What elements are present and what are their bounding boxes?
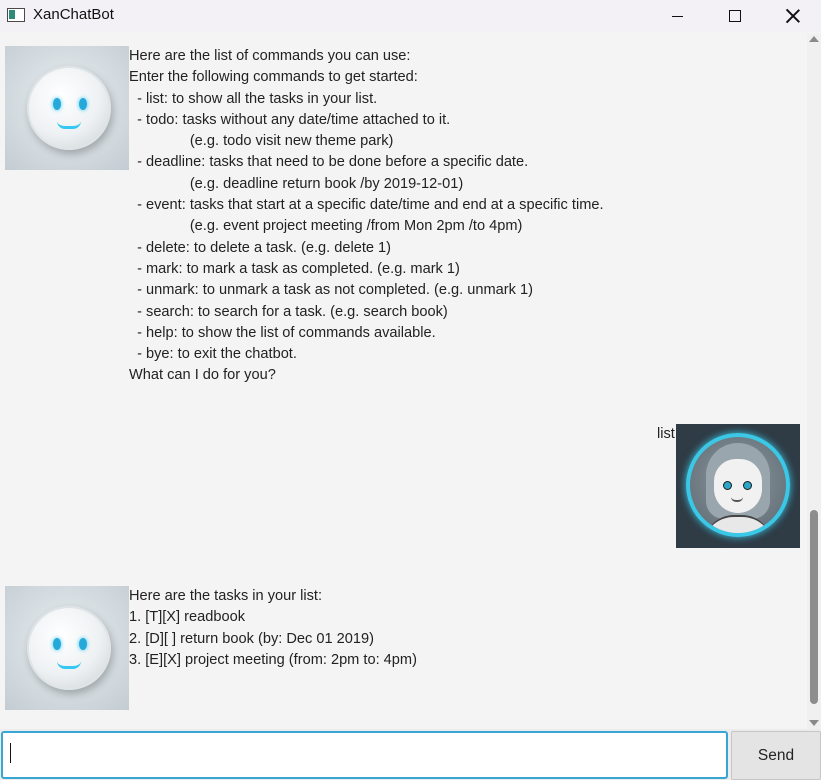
message-line: - list: to show all the tasks in your li… xyxy=(129,90,378,107)
message-line: - help: to show the list of commands ava… xyxy=(129,324,436,341)
chat-scroll-area[interactable]: Here are the list of commands you can us… xyxy=(0,34,807,729)
title-bar: XanChatBot xyxy=(0,0,821,32)
minimize-icon xyxy=(671,15,683,17)
smiley-face-icon xyxy=(27,66,111,150)
bot-message: Here are the tasks in your list: 1. [T][… xyxy=(129,586,417,671)
send-button[interactable]: Send xyxy=(731,731,821,780)
smiley-face-icon xyxy=(27,606,111,690)
close-icon xyxy=(786,9,800,23)
user-avatar xyxy=(676,424,800,548)
user-message: list xyxy=(657,424,675,445)
message-line: - todo: tasks without any date/time atta… xyxy=(129,111,451,128)
message-line: What can I do for you? xyxy=(129,367,276,384)
message-line: - search: to search for a task. (e.g. se… xyxy=(129,303,448,320)
message-line: - delete: to delete a task. (e.g. delete… xyxy=(129,239,392,256)
minimize-button[interactable] xyxy=(648,0,706,32)
message-line: (e.g. event project meeting /from Mon 2p… xyxy=(129,218,523,235)
message-line: 3. [E][X] project meeting (from: 2pm to:… xyxy=(129,651,417,668)
message-line: 2. [D][ ] return book (by: Dec 01 2019) xyxy=(129,630,374,647)
window-title: XanChatBot xyxy=(33,6,114,23)
maximize-button[interactable] xyxy=(706,0,764,32)
bot-message: Here are the list of commands you can us… xyxy=(129,46,604,387)
scroll-up-arrow-icon[interactable] xyxy=(809,36,819,42)
input-bar: Send xyxy=(0,729,821,780)
message-line: - unmark: to unmark a task as not comple… xyxy=(129,282,533,299)
woman-portrait-icon xyxy=(686,433,790,537)
message-line: - deadline: tasks that need to be done b… xyxy=(129,154,529,171)
scrollbar-thumb[interactable] xyxy=(810,510,818,704)
text-caret xyxy=(10,743,11,763)
bot-avatar xyxy=(5,586,129,710)
message-line: - mark: to mark a task as completed. (e.… xyxy=(129,260,460,277)
scroll-down-arrow-icon[interactable] xyxy=(809,720,819,726)
message-line: - event: tasks that start at a specific … xyxy=(129,197,604,214)
message-line: list xyxy=(657,426,675,442)
message-input[interactable] xyxy=(1,731,728,779)
message-line: 1. [T][X] readbook xyxy=(129,609,246,626)
close-button[interactable] xyxy=(764,0,821,32)
vertical-scrollbar[interactable] xyxy=(807,34,821,729)
message-line: Here are the list of commands you can us… xyxy=(129,48,411,64)
message-line: Here are the tasks in your list: xyxy=(129,588,323,604)
bot-avatar xyxy=(5,46,129,170)
message-line: (e.g. todo visit new theme park) xyxy=(129,133,394,150)
maximize-icon xyxy=(729,10,741,22)
app-window-icon xyxy=(7,8,25,22)
message-line: Enter the following commands to get star… xyxy=(129,69,418,86)
message-line: - bye: to exit the chatbot. xyxy=(129,346,297,363)
message-line: (e.g. deadline return book /by 2019-12-0… xyxy=(129,175,464,192)
